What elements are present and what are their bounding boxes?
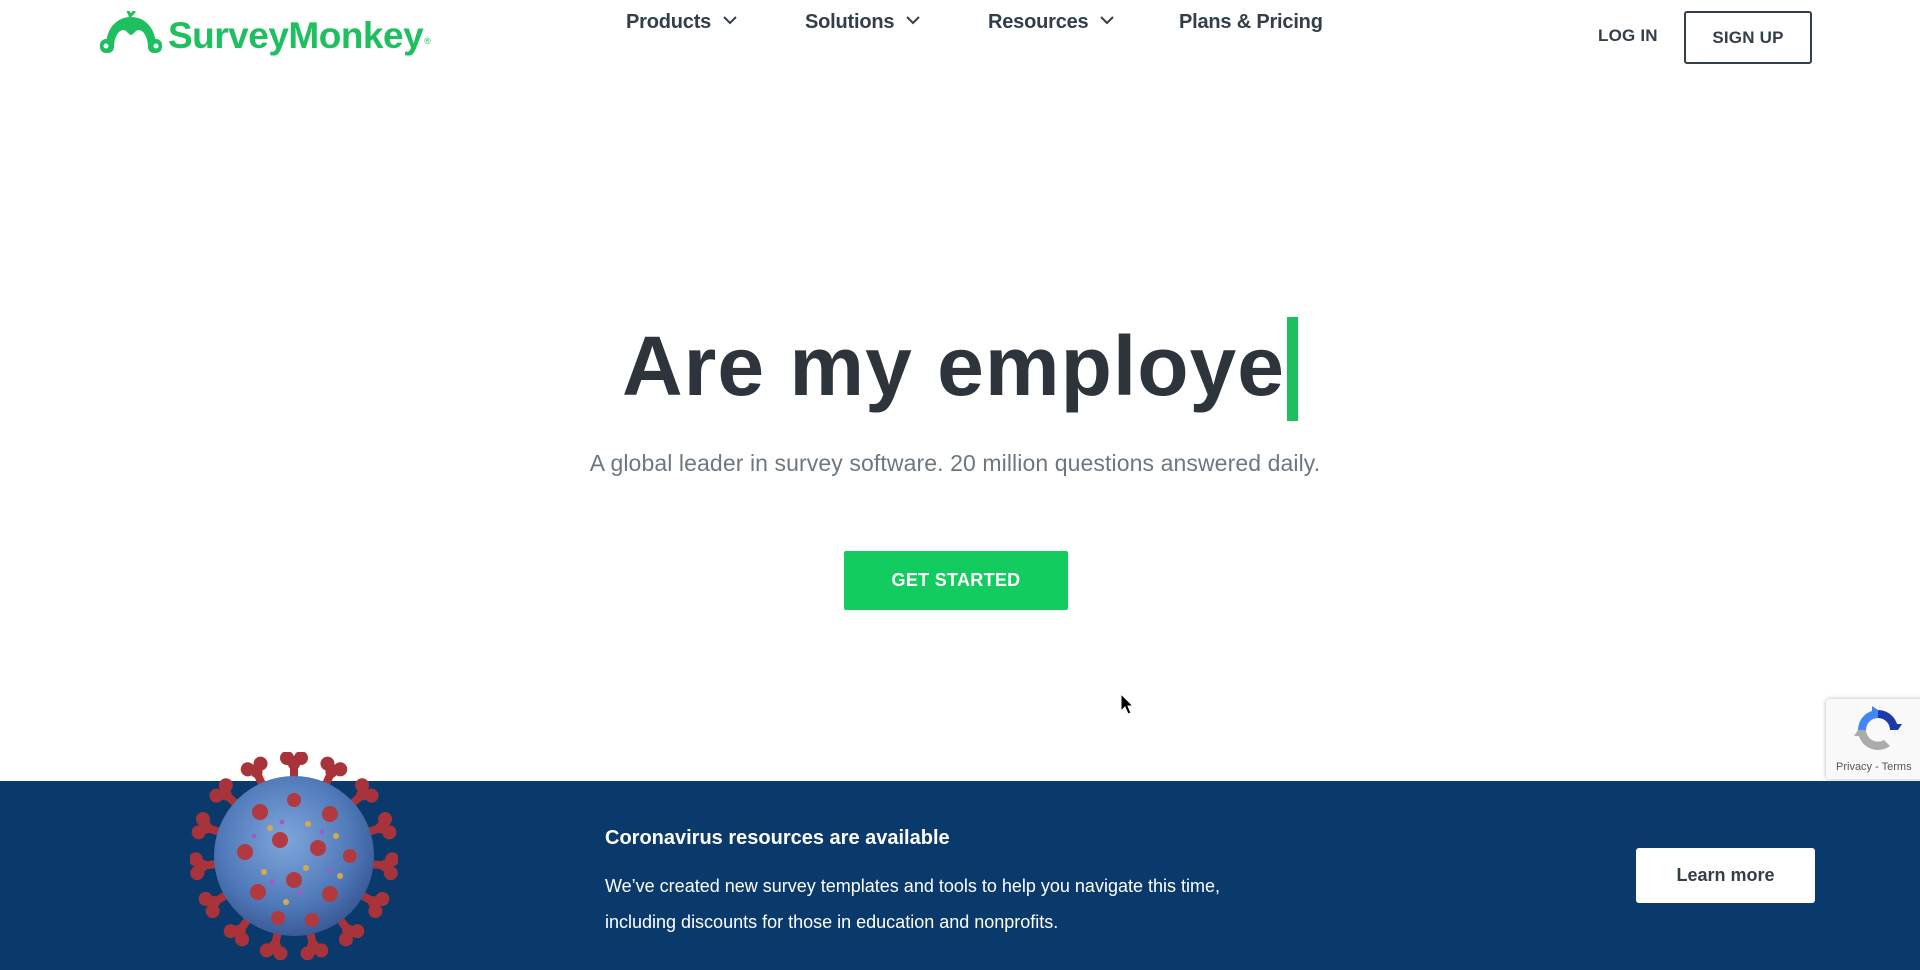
nav-products[interactable]: Products	[626, 11, 737, 34]
surveymonkey-logo[interactable]: SurveyMonkey ®	[98, 10, 431, 60]
registered-mark: ®	[424, 36, 431, 46]
learn-more-button[interactable]: Learn more	[1636, 848, 1815, 903]
brand-name: SurveyMonkey	[168, 15, 424, 56]
hero-title-typed-text: Are my employe	[622, 319, 1285, 413]
chevron-down-icon	[723, 16, 737, 25]
recaptcha-icon	[1854, 706, 1902, 750]
nav-solutions[interactable]: Solutions	[805, 10, 921, 34]
nav-products-label: Products	[626, 10, 712, 33]
nav-solutions-label: Solutions	[805, 10, 895, 33]
nav-resources-label: Resources	[988, 10, 1089, 33]
hero-subtitle: A global leader in survey software. 20 m…	[589, 450, 1321, 476]
mouse-pointer-icon	[1120, 693, 1135, 715]
login-link[interactable]: LOG IN	[1598, 26, 1658, 46]
recaptcha-badge[interactable]: Privacy - Terms	[1826, 699, 1920, 779]
surveymonkey-logo-icon	[100, 11, 162, 53]
nav-plans-pricing[interactable]: Plans & Pricing	[1179, 11, 1323, 34]
get-started-button[interactable]: GET STARTED	[844, 551, 1068, 610]
banner-title: Coronavirus resources are available	[605, 827, 950, 849]
banner-body: We’ve created new survey templates and t…	[605, 868, 1305, 940]
nav-plans-pricing-label: Plans & Pricing	[1179, 10, 1323, 33]
chevron-down-icon	[1100, 16, 1115, 25]
site-header: SurveyMonkey ® Products Solutions Resourc…	[0, 0, 1920, 76]
signup-button[interactable]: SIGN UP	[1684, 11, 1812, 64]
hero-title: Are my employe	[0, 316, 1920, 425]
banner-body-line-2: including discounts for those in educati…	[605, 912, 1059, 932]
banner-body-line-1: We’ve created new survey templates and t…	[605, 876, 1220, 896]
coronavirus-illustration	[190, 752, 398, 960]
chevron-down-icon	[906, 16, 921, 25]
nav-resources[interactable]: Resources	[988, 10, 1115, 34]
typing-cursor	[1286, 316, 1298, 421]
recaptcha-privacy-terms[interactable]: Privacy - Terms	[1836, 761, 1912, 773]
